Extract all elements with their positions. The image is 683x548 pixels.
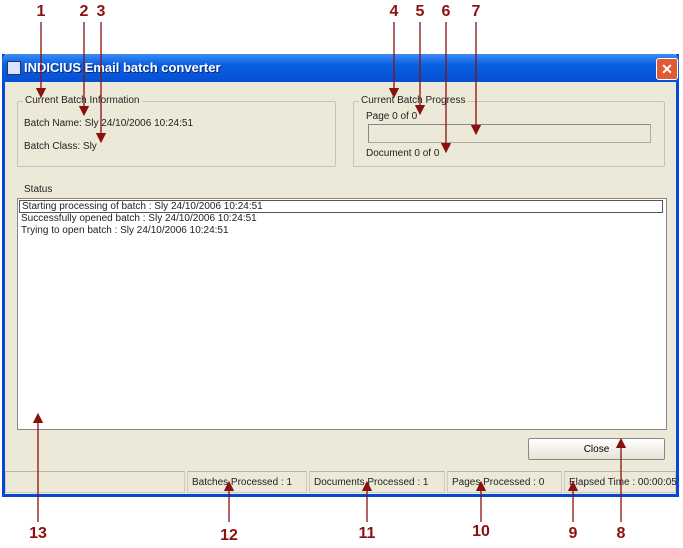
callout-5: 5 — [415, 3, 425, 20]
callout-4: 4 — [389, 3, 399, 20]
callout-11: 11 — [358, 525, 376, 542]
callout-12: 12 — [220, 527, 238, 544]
callout-7: 7 — [471, 3, 481, 20]
callout-9: 9 — [568, 525, 578, 542]
callout-13: 13 — [29, 525, 47, 542]
callout-2: 2 — [79, 3, 89, 20]
callout-8: 8 — [616, 525, 626, 542]
callout-arrows — [32, 22, 627, 522]
callout-10: 10 — [472, 523, 490, 540]
callout-3: 3 — [96, 3, 106, 20]
callout-6: 6 — [441, 3, 451, 20]
callout-1: 1 — [36, 3, 46, 20]
